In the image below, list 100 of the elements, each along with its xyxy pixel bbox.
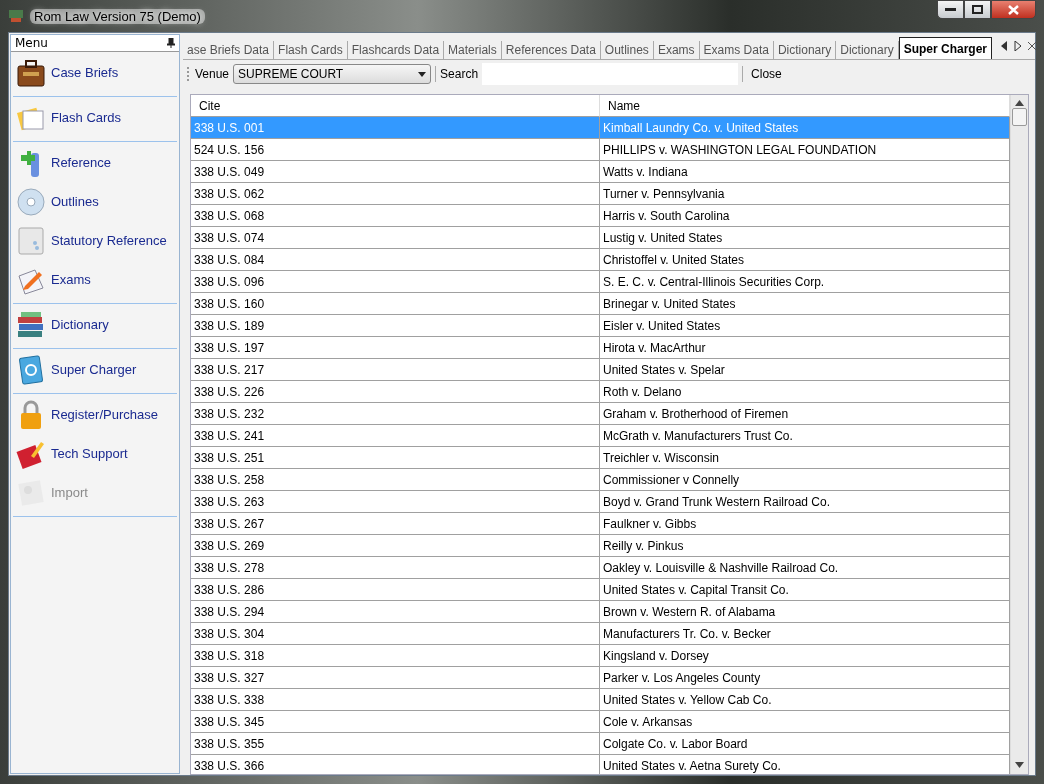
- table-cell: Lustig v. United States: [600, 227, 1010, 249]
- tab[interactable]: Dictionary: [836, 41, 899, 59]
- table-cell: 338 U.S. 294: [191, 601, 600, 623]
- tab[interactable]: Outlines: [600, 41, 654, 59]
- table-cell: 338 U.S. 258: [191, 469, 600, 491]
- scroll-down-icon[interactable]: [1015, 762, 1024, 768]
- table-cell: Brinegar v. United States: [600, 293, 1010, 315]
- table-cell: 338 U.S. 338: [191, 689, 600, 711]
- table-cell: Cole v. Arkansas: [600, 711, 1010, 733]
- menu-item[interactable]: Outlines: [13, 182, 177, 221]
- table-cell: 338 U.S. 232: [191, 403, 600, 425]
- tab[interactable]: Materials: [444, 41, 502, 59]
- scroll-thumb[interactable]: [1012, 108, 1027, 126]
- menu-item[interactable]: Super Charger: [13, 350, 177, 389]
- table-cell: 338 U.S. 327: [191, 667, 600, 689]
- table-cell: 338 U.S. 226: [191, 381, 600, 403]
- menu-item[interactable]: Case Briefs: [13, 53, 177, 92]
- table-cell: Kimball Laundry Co. v. United States: [600, 117, 1010, 139]
- table-cell: 338 U.S. 096: [191, 271, 600, 293]
- menu-item[interactable]: Statutory Reference: [13, 221, 177, 260]
- menu-title: Menu: [15, 36, 48, 50]
- column-header[interactable]: Cite: [191, 95, 600, 117]
- table-cell: Manufacturers Tr. Co. v. Becker: [600, 623, 1010, 645]
- close-tab-icon[interactable]: [1028, 40, 1036, 51]
- scroll-up-icon[interactable]: [1015, 100, 1024, 106]
- minimize-icon: [945, 7, 956, 12]
- table-cell: 338 U.S. 267: [191, 513, 600, 535]
- table-cell: Boyd v. Grand Trunk Western Railroad Co.: [600, 491, 1010, 513]
- table-cell: 338 U.S. 286: [191, 579, 600, 601]
- table-cell: 524 U.S. 156: [191, 139, 600, 161]
- caret-icon: [418, 71, 427, 77]
- table-cell: Christoffel v. United States: [600, 249, 1010, 271]
- table-cell: 338 U.S. 355: [191, 733, 600, 755]
- menu-item[interactable]: Flash Cards: [13, 98, 177, 137]
- table-cell: 338 U.S. 241: [191, 425, 600, 447]
- maximize-button[interactable]: [964, 0, 991, 19]
- table-cell: Hirota v. MacArthur: [600, 337, 1010, 359]
- pin-icon[interactable]: [167, 38, 175, 48]
- table-cell: Kingsland v. Dorsey: [600, 645, 1010, 667]
- table-cell: 338 U.S. 304: [191, 623, 600, 645]
- column-header[interactable]: Name: [600, 95, 1010, 117]
- tab[interactable]: Flash Cards: [274, 41, 348, 59]
- tab[interactable]: References Data: [501, 41, 601, 59]
- table-cell: 338 U.S. 084: [191, 249, 600, 271]
- tab[interactable]: Super Charger: [898, 37, 992, 59]
- tab[interactable]: Exams: [653, 41, 700, 59]
- table-cell: S. E. C. v. Central-Illinois Securities Corp.: [600, 271, 1010, 293]
- table-cell: Parker v. Los Angeles County: [600, 667, 1010, 689]
- table-cell: 338 U.S. 269: [191, 535, 600, 557]
- table-cell: 338 U.S. 160: [191, 293, 600, 315]
- table-cell: 338 U.S. 263: [191, 491, 600, 513]
- table-cell: 338 U.S. 074: [191, 227, 600, 249]
- menu-item[interactable]: Exams: [13, 260, 177, 299]
- tab[interactable]: ase Briefs Data: [183, 41, 275, 59]
- table-cell: 338 U.S. 366: [191, 755, 600, 774]
- table-cell: 338 U.S. 062: [191, 183, 600, 205]
- close-link[interactable]: Close: [747, 67, 786, 81]
- table-cell: 338 U.S. 251: [191, 447, 600, 469]
- menu-item[interactable]: Dictionary: [13, 305, 177, 344]
- table-cell: Oakley v. Louisville & Nashville Railroad Co.: [600, 557, 1010, 579]
- menu-item[interactable]: Register/Purchase: [13, 395, 177, 434]
- close-icon: [1008, 4, 1019, 15]
- maximize-icon: [972, 5, 983, 14]
- tab[interactable]: Flashcards Data: [347, 41, 445, 59]
- scroll-right-icon[interactable]: [1014, 40, 1022, 51]
- table-cell: Reilly v. Pinkus: [600, 535, 1010, 557]
- minimize-button[interactable]: [937, 0, 964, 19]
- scroll-left-icon[interactable]: [1000, 40, 1008, 51]
- tab[interactable]: Dictionary: [773, 41, 837, 59]
- table-cell: PHILLIPS v. WASHINGTON LEGAL FOUNDATION: [600, 139, 1010, 161]
- table-cell: 338 U.S. 318: [191, 645, 600, 667]
- table-cell: Graham v. Brotherhood of Firemen: [600, 403, 1010, 425]
- table-cell: United States v. Capital Transit Co.: [600, 579, 1010, 601]
- table-cell: Treichler v. Wisconsin: [600, 447, 1010, 469]
- table-cell: 338 U.S. 001: [191, 117, 600, 139]
- table-cell: 338 U.S. 197: [191, 337, 600, 359]
- table-cell: Harris v. South Carolina: [600, 205, 1010, 227]
- disc-icon: [15, 185, 47, 218]
- search-label: Search: [440, 67, 479, 81]
- table-cell: 338 U.S. 278: [191, 557, 600, 579]
- table-cell: 338 U.S. 049: [191, 161, 600, 183]
- scrollbar[interactable]: [1010, 95, 1028, 774]
- table-cell: 338 U.S. 189: [191, 315, 600, 337]
- tab[interactable]: Exams Data: [699, 41, 774, 59]
- table-cell: Faulkner v. Gibbs: [600, 513, 1010, 535]
- table-cell: Brown v. Western R. of Alabama: [600, 601, 1010, 623]
- table-cell: McGrath v. Manufacturers Trust Co.: [600, 425, 1010, 447]
- table-cell: United States v. Spelar: [600, 359, 1010, 381]
- menu-item[interactable]: Reference: [13, 143, 177, 182]
- table-cell: Eisler v. United States: [600, 315, 1010, 337]
- table-cell: Watts v. Indiana: [600, 161, 1010, 183]
- close-button[interactable]: [991, 0, 1036, 19]
- app-icon: [8, 9, 24, 23]
- table-cell: United States v. Yellow Cab Co.: [600, 689, 1010, 711]
- table-cell: 338 U.S. 068: [191, 205, 600, 227]
- table-cell: Colgate Co. v. Labor Board: [600, 733, 1010, 755]
- venue-label: Venue: [195, 67, 230, 81]
- venue-dropdown[interactable]: SUPREME COURT: [233, 64, 432, 84]
- table-cell: Roth v. Delano: [600, 381, 1010, 403]
- menu-item[interactable]: Tech Support: [13, 434, 177, 473]
